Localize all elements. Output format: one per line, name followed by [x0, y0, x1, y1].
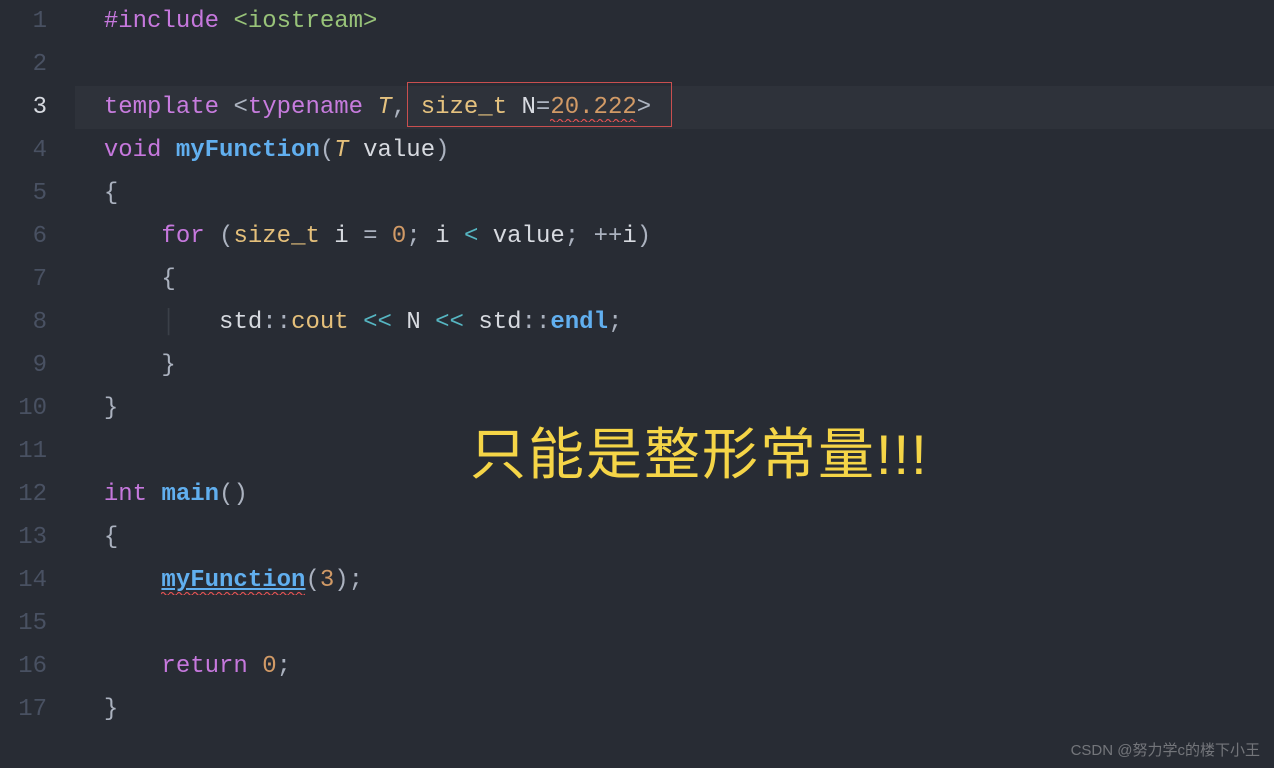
line-number: 5 — [0, 172, 47, 215]
line-number: 2 — [0, 43, 47, 86]
line-number: 6 — [0, 215, 47, 258]
paren-open: ( — [305, 567, 319, 594]
arg-3: 3 — [320, 567, 334, 594]
value-20-222: 20.222 — [550, 94, 636, 121]
var-value: value — [493, 223, 565, 250]
fn-myFunction: myFunction — [176, 137, 320, 164]
paren-close: ) — [334, 567, 348, 594]
var-i: i — [622, 223, 636, 250]
line-number: 12 — [0, 473, 47, 516]
brace-close: } — [104, 395, 118, 422]
keyword-for: for — [161, 223, 204, 250]
scope-op: :: — [522, 309, 551, 336]
keyword-int: int — [104, 481, 147, 508]
active-line-highlight — [75, 86, 1274, 129]
brace-open: { — [104, 524, 118, 551]
identifier-cout: cout — [291, 309, 349, 336]
annotation-text: 只能是整形常量!!! — [470, 410, 929, 491]
fn-call-myFunction: myFunction — [161, 567, 305, 594]
var-N: N — [406, 309, 420, 336]
ns-std: std — [478, 309, 521, 336]
paren-close: ) — [637, 223, 651, 250]
num-0: 0 — [392, 223, 406, 250]
parens: () — [219, 481, 248, 508]
op-lshift: << — [435, 309, 464, 336]
code-line: #include <iostream> — [75, 0, 1274, 43]
scope-op: :: — [262, 309, 291, 336]
line-number: 7 — [0, 258, 47, 301]
code-line: { — [75, 258, 1274, 301]
keyword-include: #include — [104, 8, 219, 35]
num-0: 0 — [262, 653, 276, 680]
ns-std: std — [219, 309, 262, 336]
code-line: return 0; — [75, 645, 1274, 688]
line-number: 3 — [0, 86, 47, 129]
paren-open: ( — [320, 137, 334, 164]
paren-close: ) — [435, 137, 449, 164]
code-line: { — [75, 172, 1274, 215]
code-line: } — [75, 688, 1274, 731]
fn-main: main — [161, 481, 219, 508]
code-line: myFunction(3); — [75, 559, 1274, 602]
code-line: │ std::cout << N << std::endl; — [75, 301, 1274, 344]
brace-open: { — [161, 266, 175, 293]
line-number: 13 — [0, 516, 47, 559]
line-number: 16 — [0, 645, 47, 688]
semicolon: ; — [608, 309, 622, 336]
line-number: 14 — [0, 559, 47, 602]
op-inc: ++ — [594, 223, 623, 250]
code-editor: 1 2 3 4 5 6 7 8 9 10 11 12 13 14 15 16 1… — [0, 0, 1274, 768]
op-lt: < — [464, 223, 478, 250]
code-content[interactable]: #include <iostream> template <typename T… — [75, 0, 1274, 768]
keyword-return: return — [161, 653, 247, 680]
line-number: 9 — [0, 344, 47, 387]
code-line — [75, 43, 1274, 86]
line-number-gutter: 1 2 3 4 5 6 7 8 9 10 11 12 13 14 15 16 1… — [0, 0, 75, 768]
line-number: 15 — [0, 602, 47, 645]
param-value: value — [363, 137, 435, 164]
var-i: i — [435, 223, 449, 250]
header-iostream: <iostream> — [233, 8, 377, 35]
semicolon: ; — [277, 653, 291, 680]
type-T: T — [334, 137, 348, 164]
brace-open: { — [104, 180, 118, 207]
op-eq: = — [363, 223, 377, 250]
op-lshift: << — [363, 309, 392, 336]
line-number: 8 — [0, 301, 47, 344]
line-number: 1 — [0, 0, 47, 43]
type-size_t: size_t — [233, 223, 319, 250]
semicolon: ; — [349, 567, 363, 594]
brace-close: } — [161, 352, 175, 379]
paren-open: ( — [219, 223, 233, 250]
brace-close: } — [104, 696, 118, 723]
line-number: 17 — [0, 688, 47, 731]
line-number: 4 — [0, 129, 47, 172]
code-line: { — [75, 516, 1274, 559]
code-line: void myFunction(T value) — [75, 129, 1274, 172]
code-line — [75, 602, 1274, 645]
semicolon: ; — [565, 223, 579, 250]
semicolon: ; — [406, 223, 420, 250]
code-line: for (size_t i = 0; i < value; ++i) — [75, 215, 1274, 258]
var-i: i — [334, 223, 348, 250]
identifier-endl: endl — [550, 309, 608, 336]
watermark: CSDN @努力学c的楼下小王 — [1071, 739, 1260, 760]
line-number: 11 — [0, 430, 47, 473]
keyword-void: void — [104, 137, 162, 164]
line-number: 10 — [0, 387, 47, 430]
code-line: } — [75, 344, 1274, 387]
